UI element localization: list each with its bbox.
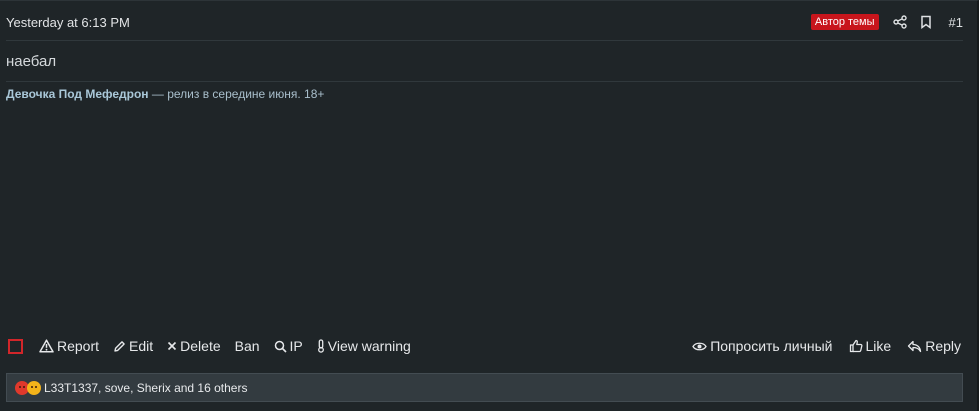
request-private-label: Попросить личный: [710, 338, 833, 354]
ban-button[interactable]: Ban: [235, 338, 260, 354]
laughing-emoji-icon: [27, 380, 41, 395]
post-header-tools: Автор темы #1: [810, 14, 963, 30]
post-number-link[interactable]: #1: [949, 15, 963, 30]
search-icon: [274, 340, 287, 353]
post-message: наебал: [6, 53, 57, 70]
signature-link[interactable]: Девочка Под Мефедрон: [6, 87, 149, 101]
reactions-bar[interactable]: L33T1337, sove, Sherix and 16 others: [6, 373, 963, 402]
view-warning-label: View warning: [327, 338, 411, 354]
reply-label: Reply: [925, 338, 961, 354]
edit-button[interactable]: Edit: [113, 338, 153, 354]
ban-label: Ban: [234, 338, 260, 354]
reactions-text[interactable]: L33T1337, sove, Sherix and 16 others: [44, 381, 247, 395]
thermometer-icon: [317, 339, 324, 353]
eye-icon: [692, 342, 707, 350]
report-button[interactable]: Report: [39, 338, 99, 354]
header-divider: [6, 40, 963, 41]
reply-icon: [908, 340, 922, 352]
bookmark-icon[interactable]: [919, 15, 933, 29]
share-icon[interactable]: [892, 15, 907, 29]
post-actions-bar: Report Edit Delete Ban IP View warning П…: [8, 335, 961, 357]
edit-label: Edit: [129, 338, 154, 354]
post-header: Yesterday at 6:13 PM Автор темы #1: [6, 10, 963, 34]
delete-button[interactable]: Delete: [167, 338, 221, 354]
forum-post: Yesterday at 6:13 PM Автор темы #1 наеба…: [0, 0, 979, 411]
post-actions-right: Попросить личный Like Reply: [692, 338, 961, 354]
like-label: Like: [865, 338, 892, 354]
author-badge: Автор темы: [810, 14, 879, 30]
view-warning-button[interactable]: View warning: [317, 338, 411, 354]
warning-icon: [39, 339, 54, 353]
pencil-icon: [114, 340, 125, 352]
request-private-button[interactable]: Попросить личный: [692, 338, 833, 354]
select-post-checkbox[interactable]: [8, 338, 23, 354]
post-date[interactable]: Yesterday at 6:13 PM: [6, 15, 130, 30]
reply-button[interactable]: Reply: [907, 338, 961, 354]
signature-text: — релиз в середине июня. 18+: [148, 87, 325, 101]
ip-label: IP: [289, 338, 303, 354]
ip-button[interactable]: IP: [274, 338, 303, 354]
thumbs-up-icon: [849, 339, 863, 353]
post-signature: Девочка Под Мефедрон — релиз в середине …: [6, 87, 324, 101]
like-button[interactable]: Like: [849, 338, 892, 354]
report-label: Report: [57, 338, 100, 354]
delete-label: Delete: [180, 338, 221, 354]
signature-divider: [6, 81, 963, 82]
close-icon: [168, 341, 177, 351]
